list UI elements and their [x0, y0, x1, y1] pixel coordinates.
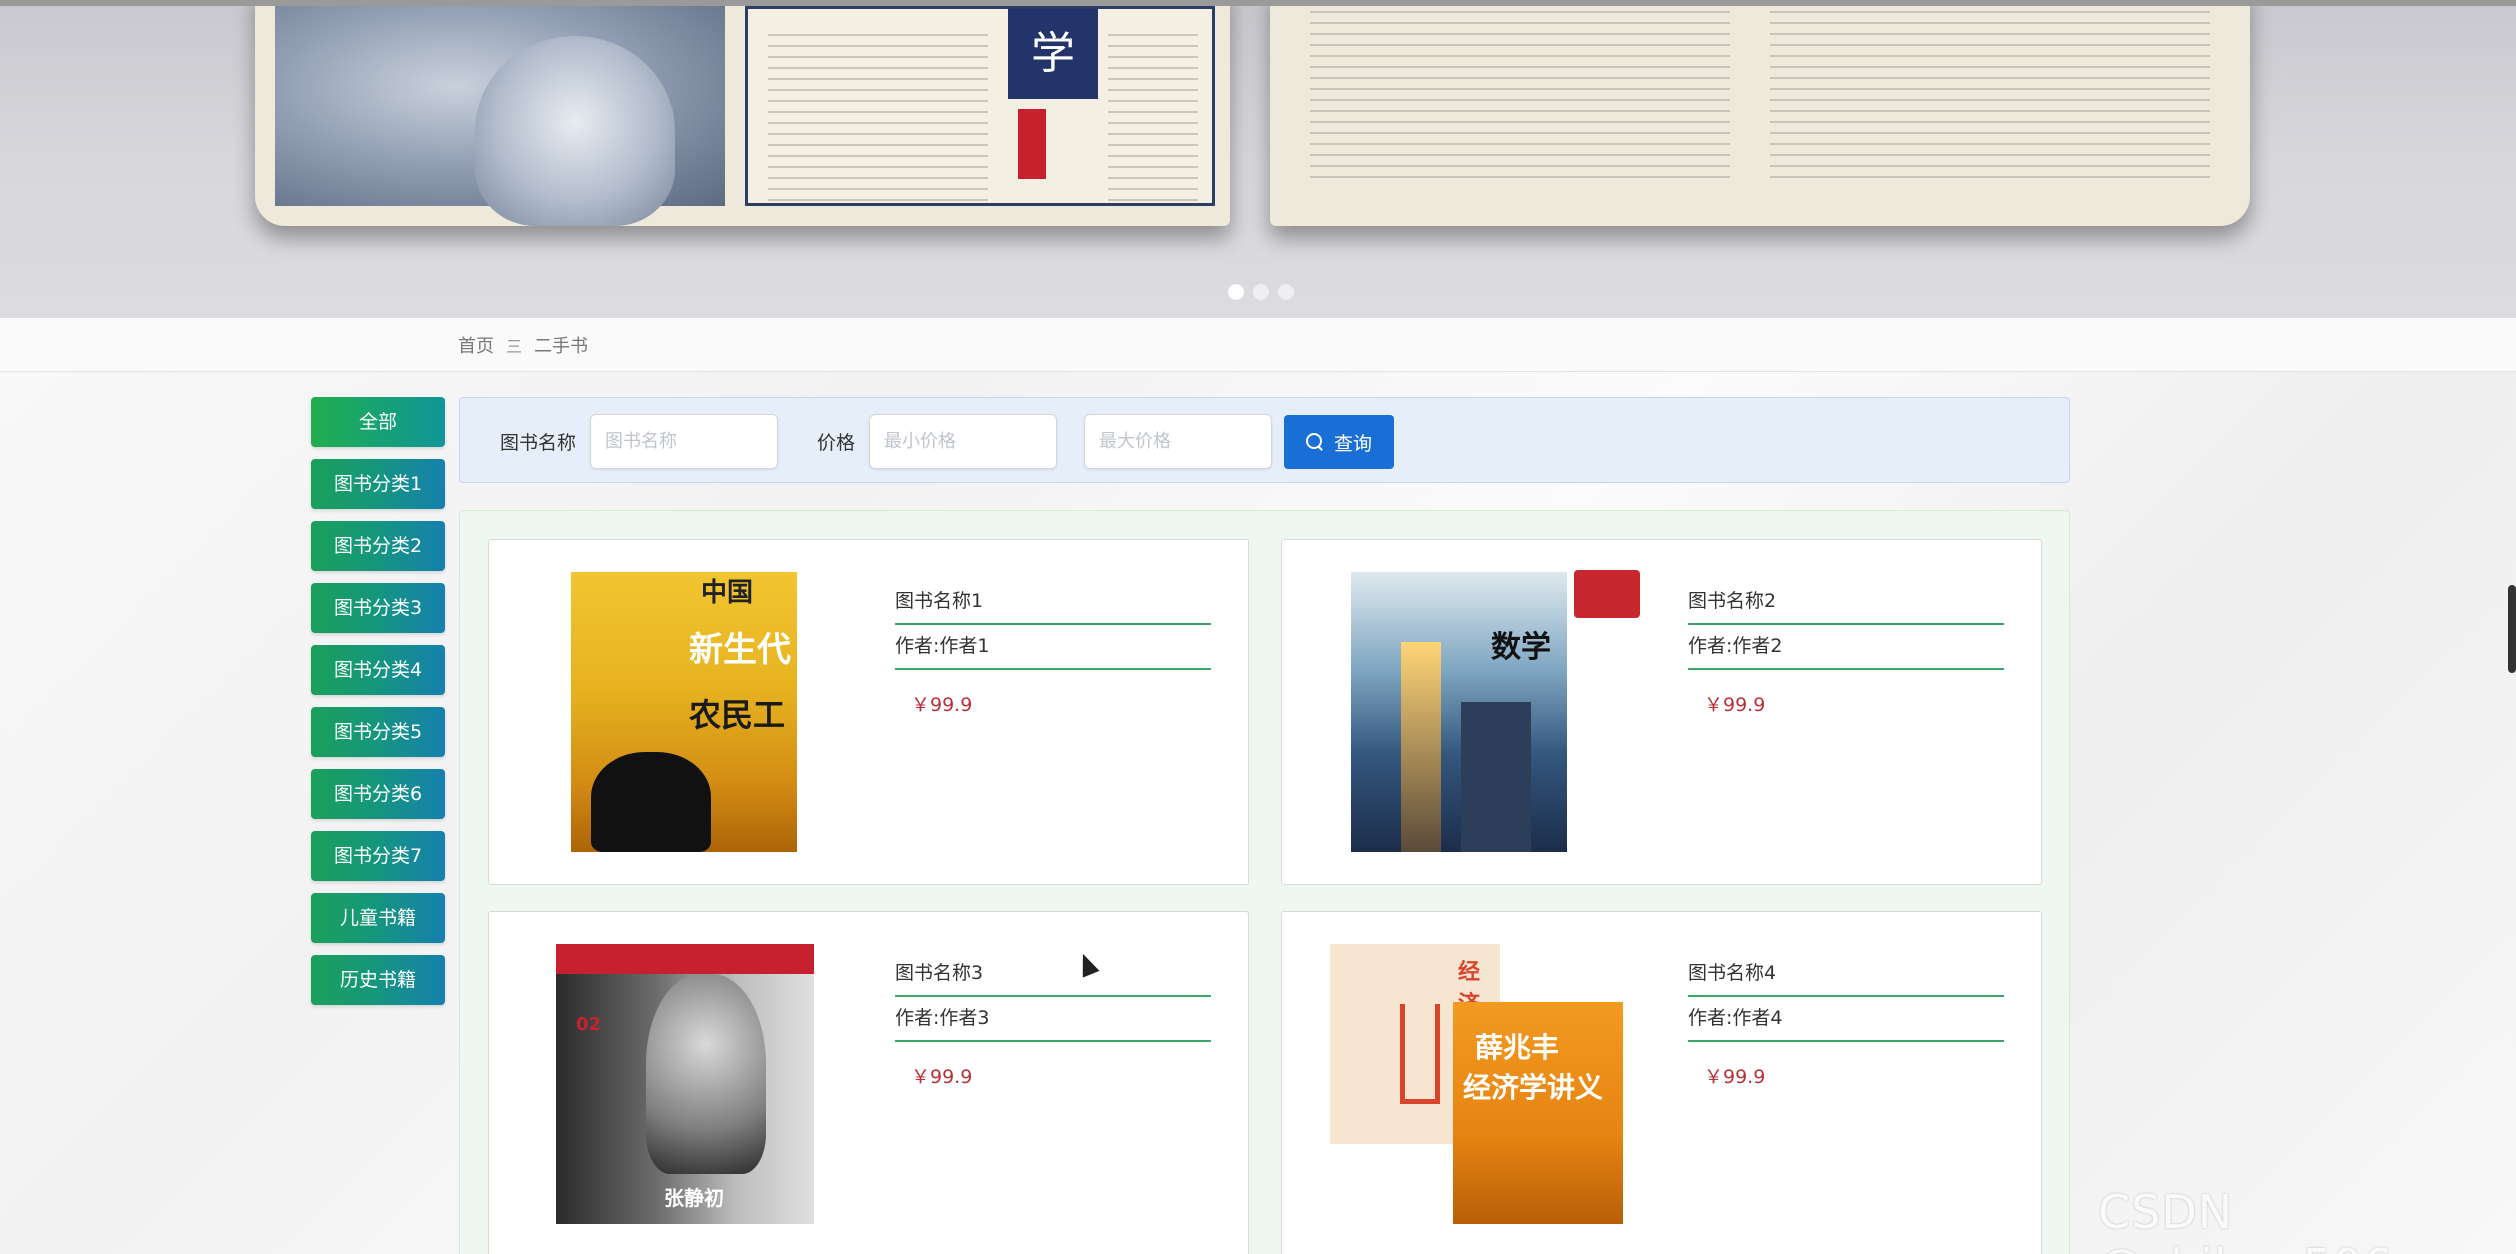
- search-icon: [1305, 433, 1324, 451]
- book-card-3[interactable]: 02 张静初 图书名称3 作者:作者3 ￥99.9: [488, 911, 1249, 1254]
- book-card-2[interactable]: 数学 图书名称2 作者:作者2 ￥99.9: [1281, 539, 2042, 885]
- book-cover-1[interactable]: 中国 新生代 农民工: [571, 572, 797, 852]
- book-author-2: 作者:作者2: [1688, 625, 2004, 670]
- book-list: 中国 新生代 农民工 图书名称1 作者:作者1 ￥99.9 数学 图书名称2 作…: [459, 510, 2070, 1254]
- carousel-dot-3[interactable]: [1278, 284, 1294, 300]
- book-title-3[interactable]: 图书名称3: [895, 952, 1211, 997]
- banner-book-page: 学: [745, 6, 1215, 206]
- cover-2-building: [1401, 642, 1441, 852]
- book-card-1[interactable]: 中国 新生代 农民工 图书名称1 作者:作者1 ￥99.9: [488, 539, 1249, 885]
- breadcrumb-home[interactable]: 首页: [458, 332, 494, 358]
- book-cover-2[interactable]: 数学: [1351, 572, 1567, 852]
- book-price-2: ￥99.9: [1704, 694, 1766, 716]
- book-info-4: 图书名称4 作者:作者4 ￥99.9: [1688, 952, 2004, 1089]
- cover-2-building-2: [1461, 702, 1531, 852]
- search-button[interactable]: 查询: [1284, 415, 1394, 469]
- category-sidebar: 全部 图书分类1 图书分类2 图书分类3 图书分类4 图书分类5 图书分类6 图…: [311, 397, 445, 1017]
- banner-book-right: [1270, 6, 2250, 226]
- banner-book-title-block: 学: [1008, 9, 1098, 99]
- book-title-4[interactable]: 图书名称4: [1688, 952, 2004, 997]
- book-name-input[interactable]: 图书名称: [590, 414, 778, 469]
- book-author-4: 作者:作者4: [1688, 997, 2004, 1042]
- price-label: 价格: [817, 432, 856, 454]
- banner-portrait: [275, 6, 725, 226]
- cover-1-text-top: 中国: [701, 578, 754, 608]
- book-info-2: 图书名称2 作者:作者2 ￥99.9: [1688, 580, 2004, 717]
- cover-3-portrait: [646, 974, 766, 1174]
- cover-1-text-sub: 农民工: [689, 696, 786, 734]
- book-title-1[interactable]: 图书名称1: [895, 580, 1211, 625]
- book-price-4: ￥99.9: [1704, 1066, 1766, 1088]
- cover-3-masthead: [556, 944, 814, 974]
- banner-book-left: 学: [255, 6, 1230, 226]
- search-button-label: 查询: [1333, 433, 1372, 455]
- cover-3-name: 张静初: [664, 1186, 724, 1210]
- breadcrumb-bar: 首页 三 二手书: [0, 318, 2516, 372]
- cover-1-silhouette: [591, 752, 711, 852]
- sidebar-item-category-5[interactable]: 图书分类5: [311, 707, 445, 757]
- carousel-dots: [1228, 284, 1294, 300]
- sidebar-item-category-6[interactable]: 图书分类6: [311, 769, 445, 819]
- sidebar-item-category-7[interactable]: 图书分类7: [311, 831, 445, 881]
- sidebar-item-all[interactable]: 全部: [311, 397, 445, 447]
- sidebar-item-category-4[interactable]: 图书分类4: [311, 645, 445, 695]
- banner-carousel[interactable]: 学: [0, 6, 2516, 318]
- cover-2-text: 数学: [1491, 630, 1551, 665]
- book-author-3: 作者:作者3: [895, 997, 1211, 1042]
- book-name-label: 图书名称: [500, 432, 577, 454]
- cover-4-author: 薛兆丰: [1475, 1031, 1560, 1064]
- book-info-1: 图书名称1 作者:作者1 ￥99.9: [895, 580, 1211, 717]
- carousel-dot-1[interactable]: [1228, 284, 1244, 300]
- cover-1-text-main: 新生代: [689, 630, 791, 670]
- sidebar-item-category-1[interactable]: 图书分类1: [311, 459, 445, 509]
- book-cover-3[interactable]: 02 张静初: [556, 944, 814, 1224]
- csdn-watermark: CSDN @zhihao506: [2098, 1185, 2392, 1254]
- sidebar-item-children[interactable]: 儿童书籍: [311, 893, 445, 943]
- book-info-3: 图书名称3 作者:作者3 ￥99.9: [895, 952, 1211, 1089]
- max-price-input[interactable]: 最大价格: [1084, 414, 1272, 469]
- cover-4-chair-icon: [1400, 1004, 1440, 1104]
- book-cover-4[interactable]: 薛兆丰 经济学讲义: [1453, 1002, 1623, 1224]
- book-price-1: ￥99.9: [911, 694, 973, 716]
- search-panel: 图书名称 图书名称 价格 最小价格 最大价格 查询: [459, 397, 2070, 483]
- breadcrumb-separator-icon: 三: [506, 337, 523, 356]
- carousel-dot-2[interactable]: [1253, 284, 1269, 300]
- cover-2-stamp-icon: [1574, 570, 1640, 618]
- sidebar-item-history[interactable]: 历史书籍: [311, 955, 445, 1005]
- book-title-2[interactable]: 图书名称2: [1688, 580, 2004, 625]
- book-author-1: 作者:作者1: [895, 625, 1211, 670]
- sidebar-item-category-2[interactable]: 图书分类2: [311, 521, 445, 571]
- book-card-4[interactable]: 经济 薛兆丰 经济学讲义 图书名称4 作者:作者4 ￥99.9: [1281, 911, 2042, 1254]
- cover-4-title: 经济学讲义: [1463, 1071, 1604, 1104]
- breadcrumb: 首页 三 二手书: [458, 332, 588, 358]
- cover-3-issue: 02: [576, 1014, 602, 1035]
- min-price-input[interactable]: 最小价格: [869, 414, 1057, 469]
- breadcrumb-current: 二手书: [534, 336, 589, 357]
- book-price-3: ￥99.9: [911, 1066, 973, 1088]
- scrollbar-handle[interactable]: [2508, 585, 2516, 673]
- banner-red-tag: [1018, 109, 1046, 179]
- sidebar-item-category-3[interactable]: 图书分类3: [311, 583, 445, 633]
